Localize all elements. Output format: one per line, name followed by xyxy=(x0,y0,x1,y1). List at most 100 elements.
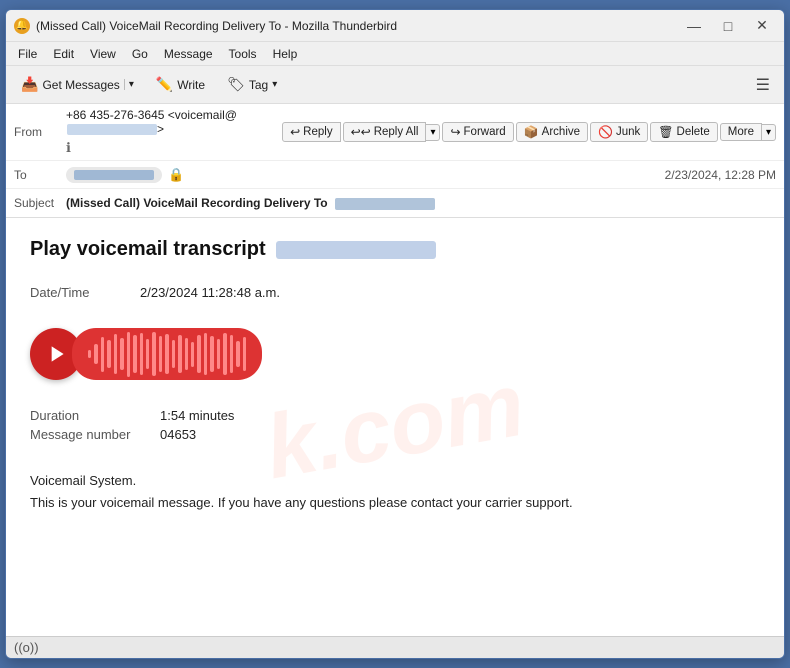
waveform xyxy=(72,328,262,380)
waveform-bar xyxy=(185,338,188,370)
waveform-bar xyxy=(101,337,104,372)
email-timestamp: 2/23/2024, 12:28 PM xyxy=(665,168,776,182)
more-group: More ▾ xyxy=(720,122,776,142)
waveform-bar xyxy=(172,340,175,368)
forward-button[interactable]: ↪ Forward xyxy=(442,122,513,142)
reply-all-dropdown[interactable]: ▾ xyxy=(426,124,440,141)
subject-text: (Missed Call) VoiceMail Recording Delive… xyxy=(66,196,435,210)
reply-all-group: ↩↩ Reply All ▾ xyxy=(343,122,441,142)
footer-line2: This is your voicemail message. If you h… xyxy=(30,492,760,514)
window-title: (Missed Call) VoiceMail Recording Delive… xyxy=(36,19,680,33)
dropdown-arrow-icon[interactable]: ▾ xyxy=(124,79,134,90)
main-window: 🔔 (Missed Call) VoiceMail Recording Deli… xyxy=(5,9,785,659)
write-button[interactable]: ✏️ Write xyxy=(147,72,214,97)
forward-icon: ↪ xyxy=(450,125,460,139)
menu-view[interactable]: View xyxy=(82,45,124,63)
waveform-bar xyxy=(223,333,226,375)
minimize-button[interactable]: — xyxy=(680,15,708,37)
duration-label: Duration xyxy=(30,408,160,423)
get-messages-icon: 📥 xyxy=(21,76,38,93)
contact-info-icon[interactable]: ℹ xyxy=(66,140,71,156)
waveform-bar xyxy=(127,332,130,377)
subject-label: Subject xyxy=(14,196,66,210)
reply-icon: ↩ xyxy=(290,125,300,139)
datetime-label: Date/Time xyxy=(30,285,140,300)
footer-text: Voicemail System. This is your voicemail… xyxy=(30,470,760,514)
menu-message[interactable]: Message xyxy=(156,45,221,63)
toolbar: 📥 Get Messages ▾ ✏️ Write 🏷 Tag ▾ ☰ xyxy=(6,66,784,104)
message-number-value: 04653 xyxy=(160,427,196,442)
menu-bar: File Edit View Go Message Tools Help xyxy=(6,42,784,66)
junk-button[interactable]: 🚫 Junk xyxy=(590,122,648,142)
waveform-bar xyxy=(236,341,239,367)
waveform-bar xyxy=(107,340,110,368)
reply-group: ↩ Reply xyxy=(282,122,340,142)
waveform-bar xyxy=(88,350,91,358)
app-icon: 🔔 xyxy=(14,18,30,34)
delete-button[interactable]: 🗑 Delete xyxy=(650,122,717,142)
reply-all-icon: ↩↩ xyxy=(351,125,371,139)
tag-icon: 🏷 xyxy=(227,76,245,93)
window-controls: — □ ✕ xyxy=(680,15,776,37)
waveform-bar xyxy=(120,338,123,370)
from-address: +86 435-276-3645 <voicemail@> xyxy=(66,108,282,136)
waveform-bar xyxy=(230,335,233,373)
datetime-row: Date/Time 2/23/2024 11:28:48 a.m. xyxy=(30,285,760,300)
tag-dropdown-icon[interactable]: ▾ xyxy=(272,79,277,90)
waveform-bar xyxy=(94,344,97,364)
tag-button[interactable]: 🏷 Tag ▾ xyxy=(218,72,286,97)
more-dropdown[interactable]: ▾ xyxy=(762,124,776,141)
privacy-icon[interactable]: 🔒 xyxy=(168,167,184,183)
audio-player xyxy=(30,328,760,380)
menu-help[interactable]: Help xyxy=(265,45,306,63)
waveform-bar xyxy=(165,334,168,374)
waveform-bar xyxy=(217,339,220,369)
delete-icon: 🗑 xyxy=(658,125,673,139)
from-content: +86 435-276-3645 <voicemail@> ℹ xyxy=(66,108,282,156)
waveform-bar xyxy=(152,332,155,376)
waveform-bar xyxy=(146,339,149,369)
close-button[interactable]: ✕ xyxy=(748,15,776,37)
to-address xyxy=(66,167,162,183)
maximize-button[interactable]: □ xyxy=(714,15,742,37)
waveform-bar xyxy=(178,335,181,373)
duration-row: Duration 1:54 minutes xyxy=(30,408,760,423)
datetime-value: 2/23/2024 11:28:48 a.m. xyxy=(140,285,280,300)
junk-icon: 🚫 xyxy=(598,125,613,139)
archive-icon: 📦 xyxy=(524,125,539,139)
subject-row: Subject (Missed Call) VoiceMail Recordin… xyxy=(6,189,784,217)
waveform-bar xyxy=(197,335,200,373)
title-bar: 🔔 (Missed Call) VoiceMail Recording Deli… xyxy=(6,10,784,42)
more-button[interactable]: More xyxy=(720,123,762,141)
get-messages-button[interactable]: 📥 Get Messages ▾ xyxy=(12,72,143,97)
hamburger-menu-button[interactable]: ☰ xyxy=(748,72,778,98)
menu-edit[interactable]: Edit xyxy=(45,45,82,63)
write-icon: ✏️ xyxy=(156,76,173,93)
email-play-title: Play voicemail transcript xyxy=(30,238,760,261)
archive-button[interactable]: 📦 Archive xyxy=(516,122,588,142)
email-body-content: Play voicemail transcript Date/Time 2/23… xyxy=(30,238,760,514)
waveform-bar xyxy=(114,334,117,374)
to-row: To 🔒 2/23/2024, 12:28 PM xyxy=(6,161,784,189)
duration-value: 1:54 minutes xyxy=(160,408,234,423)
waveform-bar xyxy=(159,336,162,372)
header-action-buttons: ↩ Reply ↩↩ Reply All ▾ ↪ Forward 📦 xyxy=(282,122,776,142)
waveform-bar xyxy=(140,333,143,375)
reply-button[interactable]: ↩ Reply xyxy=(282,122,340,142)
to-content: 🔒 xyxy=(66,167,665,183)
menu-file[interactable]: File xyxy=(10,45,45,63)
email-headers: From +86 435-276-3645 <voicemail@> ℹ ↩ R… xyxy=(6,104,784,218)
reply-all-button[interactable]: ↩↩ Reply All xyxy=(343,122,427,142)
waveform-bar xyxy=(204,333,207,375)
menu-go[interactable]: Go xyxy=(124,45,156,63)
waveform-bar xyxy=(133,335,136,373)
waveform-bar xyxy=(210,336,213,372)
footer-line1: Voicemail System. xyxy=(30,470,760,492)
message-number-row: Message number 04653 xyxy=(30,427,760,442)
title-redacted xyxy=(276,241,436,259)
status-bar: ((o)) xyxy=(6,636,784,658)
email-body: k.com Play voicemail transcript Date/Tim… xyxy=(6,218,784,636)
menu-tools[interactable]: Tools xyxy=(221,45,265,63)
message-number-label: Message number xyxy=(30,427,160,442)
detail-section: Duration 1:54 minutes Message number 046… xyxy=(30,408,760,442)
